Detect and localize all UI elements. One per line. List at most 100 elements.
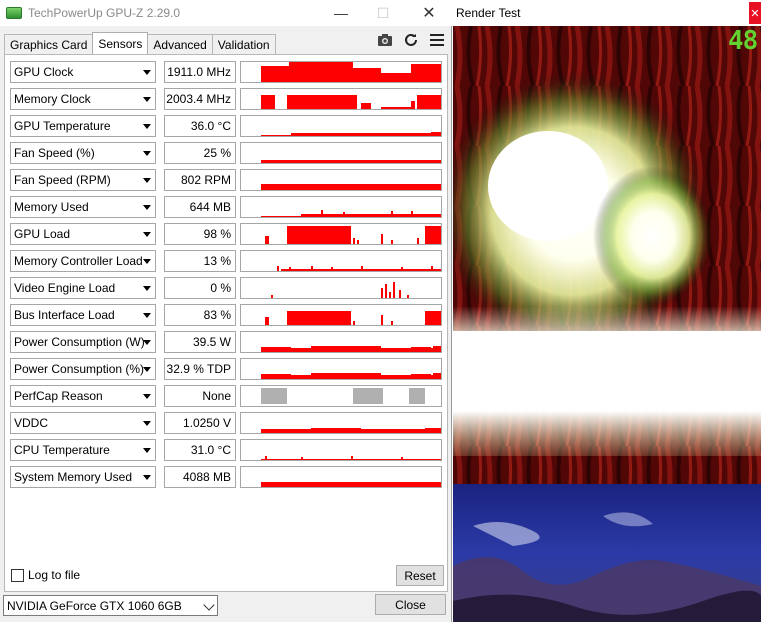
menu-icon[interactable] — [427, 30, 447, 50]
close-icon[interactable]: ✕ — [749, 2, 761, 24]
graph-bar — [291, 133, 431, 136]
sensor-value: 98 % — [164, 223, 236, 245]
graph-bar — [321, 210, 323, 217]
sensor-select[interactable]: CPU Temperature — [10, 439, 156, 461]
sensor-select[interactable]: GPU Clock — [10, 61, 156, 83]
render-canvas — [453, 26, 761, 622]
camera-icon[interactable] — [375, 30, 395, 50]
graph-bar — [425, 428, 441, 433]
perfcap-bar — [353, 388, 383, 404]
sensor-graph — [240, 88, 442, 110]
sensor-select[interactable]: System Memory Used — [10, 466, 156, 488]
log-to-file-checkbox[interactable] — [11, 568, 24, 582]
render-test-titlebar[interactable]: Render Test ✕ — [453, 0, 761, 26]
gpu-select-value: NVIDIA GeForce GTX 1060 6GB — [7, 598, 182, 613]
sensor-select[interactable]: PerfCap Reason — [10, 385, 156, 407]
graph-bar — [381, 315, 383, 325]
graph-bar — [265, 317, 269, 325]
sensor-label: PerfCap Reason — [14, 389, 103, 403]
sensor-row: Fan Speed (RPM) 802 RPM — [10, 169, 442, 191]
sensor-value: 644 MB — [164, 196, 236, 218]
sensor-label: GPU Load — [14, 227, 71, 241]
log-to-file-row[interactable]: Log to file — [11, 568, 80, 582]
dropdown-arrow-icon — [143, 259, 151, 264]
dropdown-arrow-icon — [143, 367, 151, 372]
graph-bar — [401, 267, 403, 271]
sensor-value: 31.0 °C — [164, 439, 236, 461]
tab-graphics-card[interactable]: Graphics Card — [4, 34, 94, 54]
tab-bar: Graphics Card Sensors Advanced Validatio… — [4, 32, 276, 54]
dropdown-arrow-icon — [143, 313, 151, 318]
sensor-label: Fan Speed (%) — [14, 146, 95, 160]
dropdown-arrow-icon — [143, 394, 151, 399]
sensor-select[interactable]: Power Consumption (W) — [10, 331, 156, 353]
gpuz-titlebar[interactable]: TechPowerUp GPU-Z 2.29.0 — ☐ ✕ — [0, 0, 452, 26]
dropdown-arrow-icon — [143, 97, 151, 102]
graph-bar — [357, 240, 359, 244]
sensor-label: Bus Interface Load — [14, 308, 115, 322]
sensor-row: Memory Clock 2003.4 MHz — [10, 88, 442, 110]
tab-sensors[interactable]: Sensors — [92, 32, 149, 54]
dropdown-arrow-icon — [143, 448, 151, 453]
dropdown-arrow-icon — [143, 151, 151, 156]
dropdown-arrow-icon — [143, 70, 151, 75]
graph-bar — [301, 457, 303, 460]
graph-bar — [391, 240, 393, 244]
sensor-label: Memory Used — [14, 200, 89, 214]
sensor-graph — [240, 304, 442, 326]
maximize-icon[interactable]: ☐ — [360, 0, 406, 26]
chevron-down-icon — [203, 599, 215, 611]
sensor-label: VDDC — [14, 416, 49, 430]
graph-bar — [381, 107, 411, 109]
sensor-row: GPU Temperature 36.0 °C — [10, 115, 442, 137]
graph-bar — [425, 311, 441, 325]
sensor-value: 39.5 W — [164, 331, 236, 353]
dropdown-arrow-icon — [143, 178, 151, 183]
sensor-row: VDDC 1.0250 V — [10, 412, 442, 434]
sensor-label: Power Consumption (W) — [14, 335, 145, 349]
window-title: TechPowerUp GPU-Z 2.29.0 — [28, 6, 181, 20]
minimize-icon[interactable]: — — [318, 0, 364, 26]
dropdown-arrow-icon — [143, 475, 151, 480]
graph-bar — [411, 374, 431, 379]
sensor-select[interactable]: Fan Speed (%) — [10, 142, 156, 164]
sensor-select[interactable]: Memory Used — [10, 196, 156, 218]
sensor-select[interactable]: Bus Interface Load — [10, 304, 156, 326]
close-icon[interactable]: ✕ — [406, 0, 452, 26]
sensor-label: Power Consumption (%) — [14, 362, 145, 376]
sensor-select[interactable]: Power Consumption (%) — [10, 358, 156, 380]
tab-advanced[interactable]: Advanced — [147, 34, 213, 54]
sensor-select[interactable]: Memory Controller Load — [10, 250, 156, 272]
sensor-select[interactable]: Memory Clock — [10, 88, 156, 110]
sensor-select[interactable]: GPU Load — [10, 223, 156, 245]
gpu-select[interactable]: NVIDIA GeForce GTX 1060 6GB — [3, 595, 218, 616]
sensor-value: 1911.0 MHz — [164, 61, 236, 83]
sensor-row: Bus Interface Load 83 % — [10, 304, 442, 326]
graph-bar — [391, 321, 393, 325]
graph-bar — [389, 292, 391, 298]
refresh-icon[interactable] — [401, 30, 421, 50]
graph-bar — [261, 347, 291, 352]
sensor-select[interactable]: GPU Temperature — [10, 115, 156, 137]
sensor-label: System Memory Used — [14, 470, 133, 484]
graph-bar — [261, 184, 441, 190]
sensor-label: Memory Controller Load — [14, 254, 143, 268]
sensor-row: CPU Temperature 31.0 °C — [10, 439, 442, 461]
graph-bar — [411, 64, 441, 82]
reset-button[interactable]: Reset — [396, 565, 444, 586]
sensor-graph — [240, 412, 442, 434]
sensor-select[interactable]: VDDC — [10, 412, 156, 434]
fps-counter: 48 — [728, 26, 758, 56]
graph-bar — [361, 373, 381, 379]
sensor-select[interactable]: Video Engine Load — [10, 277, 156, 299]
tab-validation[interactable]: Validation — [211, 34, 276, 54]
graph-bar — [391, 211, 393, 217]
graph-bar — [261, 66, 289, 82]
graph-bar — [311, 346, 361, 352]
sensor-value: 25 % — [164, 142, 236, 164]
graph-bar — [381, 234, 383, 244]
close-button[interactable]: Close — [375, 594, 446, 615]
graph-bar — [381, 73, 411, 82]
sensor-select[interactable]: Fan Speed (RPM) — [10, 169, 156, 191]
graph-bar — [401, 457, 403, 460]
